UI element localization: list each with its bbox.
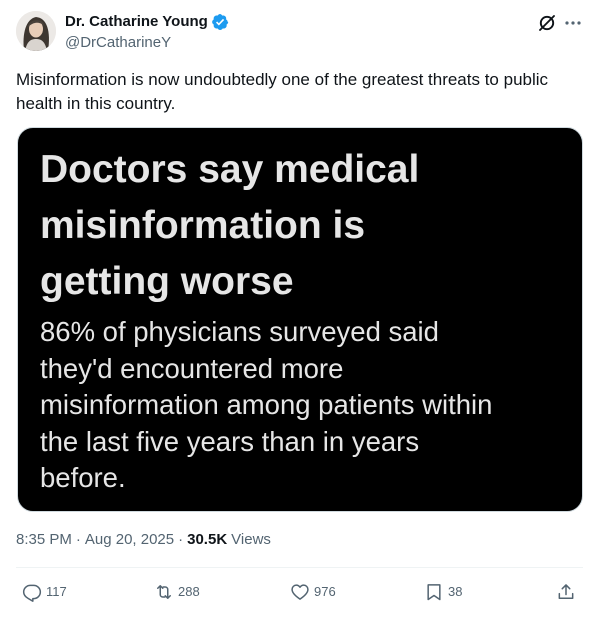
author-display-name[interactable]: Dr. Catharine Young — [65, 12, 208, 31]
like-count: 976 — [314, 584, 336, 599]
tweet-text-line: health in this country. — [16, 94, 176, 113]
media-body-line: they'd encountered more — [40, 352, 344, 384]
repost-icon — [154, 582, 174, 602]
tweet: Dr. Catharine Young @DrCatharineY Misinf… — [0, 0, 599, 617]
reply-count: 117 — [46, 584, 67, 599]
author-handle[interactable]: @DrCatharineY — [65, 33, 171, 52]
bookmark-icon — [424, 582, 444, 602]
like-button[interactable]: 976 — [290, 578, 336, 606]
bookmark-count: 38 — [448, 584, 463, 599]
author-name-row: Dr. Catharine Young — [65, 12, 229, 31]
share-button[interactable] — [556, 578, 576, 606]
tweet-meta: 8:35 PM · Aug 20, 2025 · 30.5K Views — [16, 530, 271, 550]
media-body-line: misinformation among patients within — [40, 389, 493, 420]
tweet-time[interactable]: 8:35 PM — [16, 530, 72, 550]
repost-count: 288 — [178, 584, 200, 599]
media-headline-line: getting worse — [40, 260, 294, 303]
views-count[interactable]: 30.5K — [187, 530, 227, 550]
tweet-text: Misinformation is now undoubtedly one of… — [16, 68, 583, 116]
verified-badge-icon[interactable] — [211, 13, 229, 31]
reply-button[interactable]: 117 — [22, 578, 67, 606]
media-headline-line: misinformation is — [40, 204, 366, 247]
grok-icon[interactable] — [537, 13, 557, 33]
divider — [16, 567, 583, 568]
bookmark-button[interactable]: 38 — [424, 578, 462, 606]
meta-separator: · — [178, 531, 184, 548]
views-label: Views — [231, 531, 271, 548]
share-icon — [556, 582, 576, 602]
media-body-line: 86% of physicians surveyed said — [40, 316, 439, 347]
tweet-date[interactable]: Aug 20, 2025 — [85, 530, 174, 550]
reply-icon — [22, 582, 42, 602]
tweet-text-line: Misinformation is now undoubtedly one of… — [16, 70, 549, 89]
media-body-line: before. — [40, 462, 126, 493]
media-headline: Doctors say medical misinformation is ge… — [40, 142, 570, 310]
profile-photo — [16, 11, 56, 51]
action-bar: 117 288 976 38 — [16, 578, 583, 606]
media-image[interactable]: Doctors say medical misinformation is ge… — [17, 127, 583, 512]
avatar[interactable] — [16, 11, 56, 51]
like-icon — [290, 582, 310, 602]
repost-button[interactable]: 288 — [154, 578, 200, 606]
meta-separator: · — [75, 531, 81, 548]
media-body: 86% of physicians surveyed said they'd e… — [40, 314, 575, 497]
media-headline-line: Doctors say medical — [40, 148, 420, 191]
media-body-line: the last five years than in years — [40, 425, 420, 457]
more-icon[interactable] — [563, 13, 583, 33]
